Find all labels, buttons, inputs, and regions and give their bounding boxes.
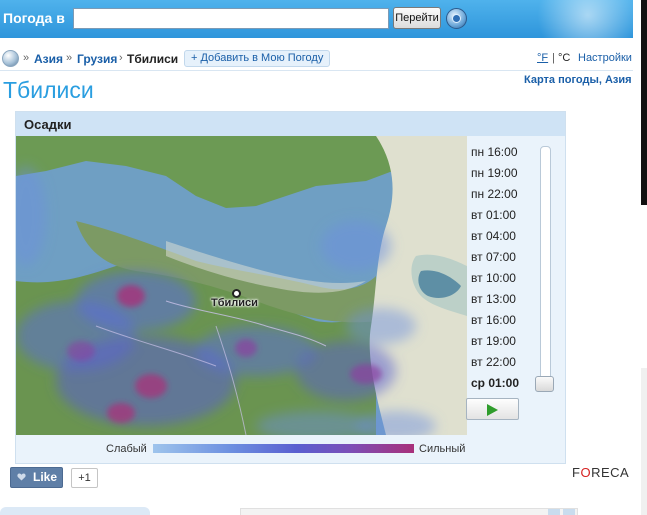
heart-icon [17, 473, 26, 481]
breadcrumb-separator: › [119, 52, 123, 64]
breadcrumb-separator: » [66, 52, 73, 64]
time-item[interactable]: вт 04:00 [469, 226, 527, 247]
time-item[interactable]: пн 16:00 [469, 142, 527, 163]
map-city-label: Тбилиси [211, 297, 258, 309]
precipitation-panel: Осадки Тбилиси пн 16:00 пн 19:00 пн 22:0… [15, 111, 566, 464]
foreca-logo[interactable]: FORECA [572, 465, 629, 480]
panel-title: Осадки [24, 117, 72, 132]
time-item[interactable]: пн 19:00 [469, 163, 527, 184]
time-item[interactable]: вт 01:00 [469, 205, 527, 226]
unit-fahrenheit-link[interactable]: °F [537, 52, 548, 64]
ad-frame [240, 508, 578, 515]
breadcrumb-separator: » [23, 52, 30, 64]
time-item[interactable]: пн 22:00 [469, 184, 527, 205]
search-label: Погода в [3, 10, 65, 26]
side-panel-edge [641, 0, 647, 205]
time-item[interactable]: вт 13:00 [469, 289, 527, 310]
time-list: пн 16:00 пн 19:00 пн 22:00 вт 01:00 вт 04:00… [469, 142, 527, 394]
go-button[interactable]: Перейти [393, 7, 441, 29]
time-slider-thumb[interactable] [535, 376, 554, 392]
ad-info-icon[interactable] [548, 509, 560, 515]
like-label: Like [33, 470, 58, 484]
precipitation-map[interactable]: Тбилиси [16, 136, 467, 435]
logo-letter-accent: O [580, 465, 592, 480]
panel-header: Осадки [16, 112, 565, 136]
time-item[interactable]: ср 01:00 [469, 373, 527, 394]
map-image [16, 136, 467, 435]
time-item[interactable]: вт 16:00 [469, 310, 527, 331]
time-item[interactable]: вт 10:00 [469, 268, 527, 289]
time-item[interactable]: вт 07:00 [469, 247, 527, 268]
time-item[interactable]: вт 19:00 [469, 331, 527, 352]
region-map-link[interactable]: Карта погоды, Азия [524, 74, 632, 86]
breadcrumb-item-georgia[interactable]: Грузия [77, 52, 117, 66]
breadcrumb: » Азия » Грузия › Тбилиси + Добавить в М… [0, 47, 633, 71]
legend-weak-label: Слабый [106, 443, 147, 455]
time-slider-track[interactable] [540, 146, 551, 392]
weather-page: Погода в Перейти » Азия » Грузия › Тбили… [0, 0, 647, 515]
unit-divider: | [552, 52, 555, 64]
globe-icon [2, 50, 19, 67]
header-decoration [520, 0, 633, 38]
legend-color-scale [153, 444, 414, 453]
play-button[interactable] [466, 398, 519, 420]
like-count: +1 [71, 468, 98, 488]
search-input[interactable] [73, 8, 389, 29]
locate-icon[interactable] [446, 8, 467, 29]
like-button[interactable]: Like [10, 467, 63, 488]
page-title: Тбилиси [3, 77, 94, 103]
side-panel-edge [641, 368, 647, 515]
time-item[interactable]: вт 22:00 [469, 352, 527, 373]
breadcrumb-current: Тбилиси [127, 52, 179, 66]
settings-link[interactable]: Настройки [578, 52, 632, 64]
search-bar: Погода в Перейти [0, 0, 633, 38]
logo-letter: RECA [591, 465, 630, 480]
locate-icon-dot [452, 14, 461, 23]
add-favorite-button[interactable]: + Добавить в Мою Погоду [184, 50, 331, 67]
ad-close-icon[interactable] [563, 509, 575, 515]
play-icon [487, 404, 498, 416]
breadcrumb-item-asia[interactable]: Азия [34, 52, 63, 66]
unit-celsius: °C [558, 52, 571, 64]
legend-strong-label: Сильный [419, 443, 466, 455]
bottom-tab[interactable] [0, 507, 150, 515]
